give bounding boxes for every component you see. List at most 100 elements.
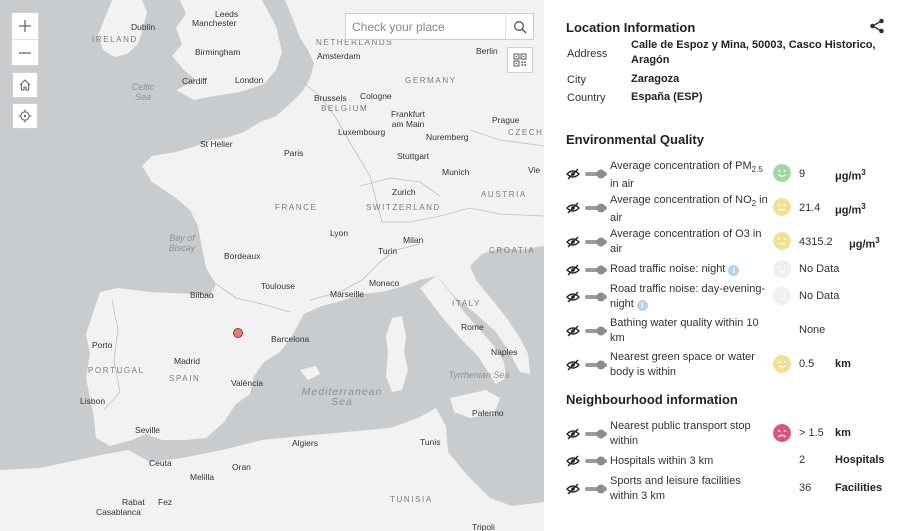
env-value: No Data <box>799 290 840 302</box>
map-label-zurich: Zurich <box>392 187 416 197</box>
toggle-icon[interactable] <box>585 456 607 466</box>
map-label-turin: Turin <box>378 246 398 256</box>
map-label-frankfurt: Frankfurt am Main <box>390 109 425 129</box>
map-label-mediterranean-sea: Mediterranean Sea <box>301 386 383 408</box>
map-label-toulouse: Toulouse <box>261 281 296 291</box>
location-marker[interactable] <box>233 328 243 338</box>
search-input[interactable] <box>346 14 505 39</box>
zoom-out-button[interactable] <box>12 39 38 65</box>
map-label-barcelona: Barcelona <box>271 334 310 344</box>
map-label-rome: Rome <box>461 322 484 332</box>
toggle-icon[interactable] <box>585 237 607 247</box>
env-value: 21.4 <box>799 202 821 214</box>
env-row-o3: Average concentration of O3 in air 4315.… <box>566 226 900 260</box>
nb-value: 36 <box>799 482 812 494</box>
map-label-prague: Prague <box>492 115 520 125</box>
nb-description: Hospitals within 3 km <box>610 455 714 467</box>
map-view[interactable]: Leeds Dublin Manchester IRELAND Birmingh… <box>0 0 544 531</box>
empty-face-icon <box>773 260 791 278</box>
home-button[interactable] <box>12 72 38 98</box>
eye-slash-icon[interactable] <box>566 427 580 441</box>
eye-slash-icon[interactable] <box>566 482 580 496</box>
toggle-icon[interactable] <box>585 429 607 439</box>
map-label-spain: SPAIN <box>169 374 201 383</box>
toggle-icon[interactable] <box>585 292 607 302</box>
env-row-no2: Average concentration of NO2 in air 21.4… <box>566 192 900 226</box>
map-label-dublin: Dublin <box>131 22 156 32</box>
eye-slash-icon[interactable] <box>566 201 580 215</box>
map-label-paris: Paris <box>284 148 304 158</box>
locate-button[interactable] <box>12 103 38 129</box>
nb-unit: km <box>835 427 851 439</box>
map-label-oran: Oran <box>232 462 251 472</box>
eye-slash-icon[interactable] <box>566 358 580 372</box>
map-label-germany: GERMANY <box>405 76 457 85</box>
map-label-madrid: Madrid <box>174 356 200 366</box>
toggle-icon[interactable] <box>585 265 607 275</box>
map-label-cardiff: Cardiff <box>182 76 207 86</box>
nb-description: Sports and leisure facilities within 3 k… <box>610 475 741 502</box>
info-icon[interactable]: i <box>636 300 648 311</box>
toggle-icon[interactable] <box>585 203 607 213</box>
location-title: Location Information <box>566 20 696 35</box>
map-label-tunis: Tunis <box>420 437 441 447</box>
search-icon <box>513 20 526 33</box>
map-label-fez: Fez <box>158 497 173 507</box>
home-icon <box>19 79 31 91</box>
qr-code-button[interactable] <box>507 47 533 73</box>
address-label: Address <box>567 48 608 60</box>
neutral-face-icon <box>773 232 791 250</box>
eye-slash-icon[interactable] <box>566 290 580 304</box>
map-label-ireland: IRELAND <box>92 35 138 44</box>
map-label-nuremberg: Nuremberg <box>426 132 469 142</box>
eye-slash-icon[interactable] <box>566 167 580 181</box>
zoom-controls <box>11 12 39 66</box>
map-label-cologne: Cologne <box>360 91 392 101</box>
toggle-icon[interactable] <box>585 326 607 336</box>
map-label-brussels: Brussels <box>314 93 347 103</box>
environmental-title: Environmental Quality <box>566 132 704 147</box>
sad-face-icon <box>773 424 791 442</box>
toggle-icon[interactable] <box>585 360 607 370</box>
info-panel: Location Information Address Calle de Es… <box>552 0 900 531</box>
map-label-marseille: Marseille <box>330 289 365 299</box>
env-value: None <box>799 324 826 336</box>
eye-slash-icon[interactable] <box>566 454 580 468</box>
plus-icon <box>19 20 31 32</box>
env-unit: μg/m3 <box>835 168 866 183</box>
city-value: Zaragoza <box>631 73 680 85</box>
zoom-in-button[interactable] <box>12 13 38 39</box>
eye-slash-icon[interactable] <box>566 324 580 338</box>
eye-slash-icon[interactable] <box>566 263 580 277</box>
map-label-munich: Munich <box>442 167 470 177</box>
nb-description: Nearest public transport stop within <box>610 420 751 447</box>
map-label-birmingham: Birmingham <box>195 47 241 57</box>
nb-value: 2 <box>799 454 806 466</box>
map-label-milan: Milan <box>403 235 424 245</box>
map-label-bordeaux: Bordeaux <box>224 251 261 261</box>
map-label-vienna: Vie <box>528 165 541 175</box>
nb-row-hospitals: Hospitals within 3 km 2 Hospitals <box>566 452 900 474</box>
eye-slash-icon[interactable] <box>566 235 580 249</box>
map-label-lyon: Lyon <box>330 228 349 238</box>
city-label: City <box>567 74 586 86</box>
map-label-london: London <box>235 75 264 85</box>
country-value: España (ESP) <box>631 91 703 103</box>
map-label-belgium: BELGIUM <box>321 104 369 113</box>
info-icon[interactable]: i <box>728 265 740 276</box>
env-description: Average concentration of NO2 in air <box>610 194 768 225</box>
map-label-st-helier: St Helier <box>200 139 233 149</box>
env-description: Average concentration of O3 in air <box>610 228 762 255</box>
share-button[interactable] <box>869 18 887 36</box>
address-value: Calle de Espoz y Mina, 50003, Casco Hist… <box>631 39 876 66</box>
toggle-icon[interactable] <box>585 484 607 494</box>
search-button[interactable] <box>505 14 533 39</box>
map-label-monaco: Monaco <box>369 278 400 288</box>
env-value: No Data <box>799 263 840 275</box>
minus-icon <box>19 51 31 54</box>
map-label-switzerland: SWITZERLAND <box>366 203 441 212</box>
nb-unit: Hospitals <box>835 454 885 466</box>
toggle-icon[interactable] <box>585 169 607 179</box>
crosshair-icon <box>18 109 32 123</box>
map-label-seville: Seville <box>135 425 161 435</box>
